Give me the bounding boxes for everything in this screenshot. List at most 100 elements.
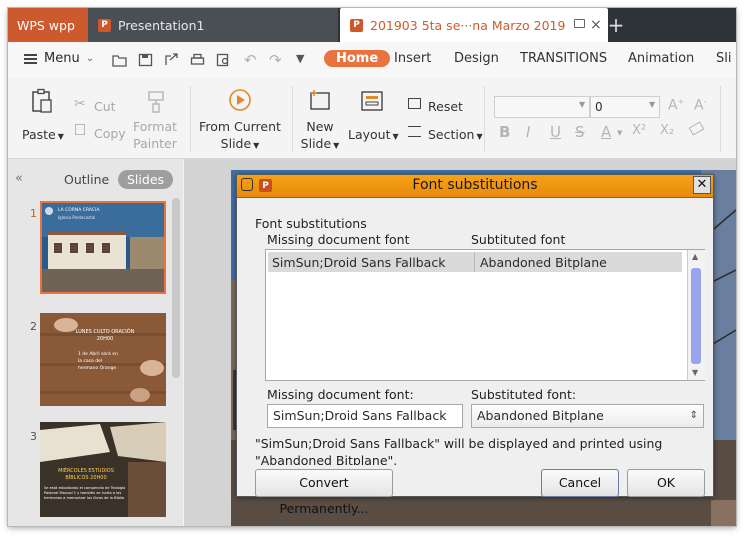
missing-font-label: Missing document font: — [267, 387, 414, 402]
outline-tab[interactable]: Outline — [64, 172, 109, 187]
substitutions-list[interactable]: SimSun;Droid Sans Fallback Abandoned Bit… — [265, 249, 705, 381]
scroll-up-icon[interactable]: ▲ — [692, 252, 698, 261]
export-icon[interactable] — [164, 53, 179, 67]
slide-thumbnail-3[interactable]: MIÉRCOLES ESTUDIOS BÍBLICOS 20H00 Se est… — [40, 422, 166, 517]
slide-3-title: MIÉRCOLES ESTUDIOS BÍBLICOS 20H00 — [58, 468, 114, 481]
font-color-button[interactable]: A — [601, 123, 611, 141]
save-icon[interactable] — [138, 53, 153, 67]
font-name-select[interactable] — [494, 96, 590, 118]
cancel-button[interactable]: Cancel — [541, 469, 619, 497]
group-label: Font substitutions — [255, 216, 367, 231]
underline-button[interactable]: U — [550, 123, 561, 141]
layout-icon[interactable] — [360, 90, 384, 112]
list-scrollbar[interactable]: ▲ ▼ — [687, 250, 705, 380]
redo-icon[interactable]: ↷ — [269, 51, 282, 69]
layout-label: Layout — [348, 127, 391, 142]
slides-pane-scrollbar[interactable] — [172, 198, 180, 378]
ribbon-tab-insert[interactable]: Insert — [394, 51, 431, 66]
new-slide-icon[interactable] — [308, 88, 332, 112]
collapse-pane-icon[interactable]: « — [15, 171, 23, 186]
paste-button[interactable]: Paste ▼ — [22, 126, 64, 145]
increase-font-icon[interactable]: A+ — [668, 97, 684, 114]
new-slide-label-2: Slide — [300, 136, 332, 151]
chevron-down-icon: ▼ — [617, 129, 623, 137]
slides-tab[interactable]: Slides — [118, 170, 174, 189]
scroll-down-icon[interactable]: ▼ — [692, 368, 698, 377]
subscript-button[interactable]: X₂ — [660, 123, 674, 138]
close-icon[interactable]: ✕ — [693, 176, 711, 194]
slide-number: 2 — [30, 320, 37, 333]
cut-button[interactable]: Cut — [94, 98, 116, 115]
menu-button[interactable]: Menu ⌄ — [24, 51, 94, 66]
substitution-message: "SimSun;Droid Sans Fallback" will be dis… — [255, 435, 707, 465]
ok-button[interactable]: OK — [627, 469, 705, 497]
cut-icon[interactable]: ✂ — [74, 96, 86, 112]
print-icon[interactable] — [190, 53, 205, 67]
presentation-icon: P — [350, 18, 363, 32]
list-divider — [474, 252, 475, 272]
slide-2-subtitle: 1 de Abril será en la casa del hermano O… — [78, 352, 118, 371]
slide-3-subtitle: Se está estudiando el compendio de Teolo… — [44, 486, 126, 500]
ribbon-tab-home[interactable]: Home — [324, 50, 391, 67]
copy-button[interactable]: Copy — [94, 125, 126, 142]
dialog-titlebar[interactable]: P Font substitutions ✕ — [237, 175, 713, 198]
ribbon-tab-design[interactable]: Design — [454, 51, 499, 66]
hamburger-icon — [24, 53, 37, 64]
from-current-label-2: Slide — [220, 136, 252, 151]
copy-icon[interactable] — [75, 124, 85, 135]
substitution-message-text: "SimSun;Droid Sans Fallback" will be dis… — [255, 436, 663, 465]
screen-icon[interactable] — [574, 19, 585, 28]
tab-presentation2[interactable]: P 201903 5ta se···na Marzo 2019 × — [340, 8, 608, 42]
customize-quick-access-icon[interactable]: ▼ — [296, 52, 304, 65]
list-item-substituted: Abandoned Bitplane — [480, 255, 607, 270]
section-label: Section — [428, 127, 475, 142]
clear-format-icon[interactable] — [688, 121, 705, 136]
from-current-slide-button[interactable]: From Current Slide ▼ — [198, 118, 282, 154]
paste-label: Paste — [22, 127, 56, 142]
tab-presentation1-label: Presentation1 — [118, 17, 205, 33]
slide-1-title: LA CORNA CRACIA — [58, 208, 100, 213]
column-header-missing: Missing document font — [267, 232, 410, 247]
play-from-current-icon[interactable] — [228, 88, 252, 112]
dialog-title: Font substitutions — [412, 177, 538, 193]
new-slide-button[interactable]: New Slide ▼ — [298, 118, 342, 154]
reset-icon[interactable] — [408, 98, 421, 109]
slide-thumbnail-2[interactable]: LUNES CULTO ORACIÓN 20H00 1 de Abril ser… — [40, 313, 166, 406]
chevron-down-icon: ▼ — [476, 132, 483, 141]
substituted-font-label: Substituted font: — [471, 387, 577, 402]
format-painter-button[interactable]: Format Painter — [130, 118, 180, 152]
layout-button[interactable]: Layout ▼ — [348, 126, 399, 145]
menu-label: Menu — [44, 51, 80, 66]
reset-button[interactable]: Reset — [428, 98, 463, 115]
bold-button[interactable]: B — [499, 123, 510, 141]
tab-app[interactable]: WPS wpp — [8, 8, 88, 42]
format-painter-icon[interactable] — [146, 90, 166, 114]
superscript-button[interactable]: X² — [632, 123, 646, 138]
italic-button[interactable]: I — [526, 123, 530, 141]
column-header-substituted: Subtituted font — [471, 232, 566, 247]
open-folder-icon[interactable] — [112, 53, 127, 67]
tab-presentation1[interactable]: P Presentation1 — [88, 8, 338, 42]
ribbon-tab-animation[interactable]: Animation — [628, 51, 694, 66]
chevron-down-icon: ▼ — [579, 100, 586, 109]
close-tab-icon[interactable]: × — [590, 18, 602, 32]
substituted-font-select[interactable]: Abandoned Bitplane ⇕ — [471, 404, 704, 428]
list-scrollbar-thumb[interactable] — [691, 268, 701, 364]
print-preview-icon[interactable] — [216, 53, 231, 67]
paste-icon[interactable] — [30, 88, 54, 114]
section-button[interactable]: Section ▼ — [428, 126, 483, 145]
decrease-font-icon[interactable]: A- — [694, 97, 706, 114]
new-tab-button[interactable]: + — [606, 8, 626, 42]
strikethrough-button[interactable]: S — [575, 123, 585, 141]
list-item[interactable]: SimSun;Droid Sans Fallback Abandoned Bit… — [268, 252, 682, 272]
undo-icon[interactable]: ↶ — [244, 51, 257, 69]
ribbon-divider — [484, 86, 485, 152]
convert-permanently-button[interactable]: Convert Permanently... — [255, 469, 393, 516]
ribbon-tab-slideshow[interactable]: Sli — [716, 51, 731, 66]
slide-thumbnail-1[interactable]: LA CORNA CRACIA Iglesia Pentecostal — [40, 201, 166, 294]
section-icon[interactable] — [408, 126, 421, 137]
format-painter-label-2: Painter — [133, 136, 177, 151]
ribbon-tab-transitions[interactable]: TRANSITIONS — [520, 51, 607, 66]
ribbon-divider — [720, 86, 721, 152]
missing-font-field[interactable]: SimSun;Droid Sans Fallback — [267, 404, 463, 428]
